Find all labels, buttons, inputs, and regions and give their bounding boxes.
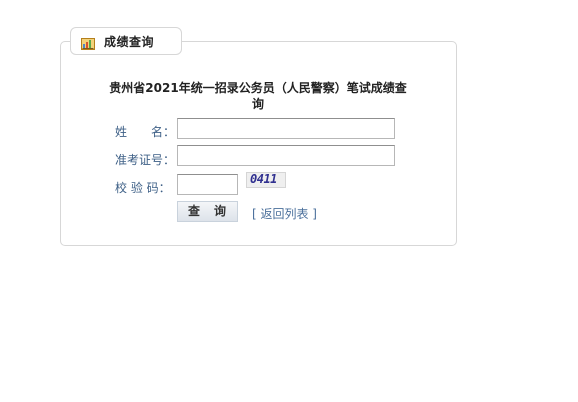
captcha-code: 0411	[250, 172, 277, 186]
name-input[interactable]	[177, 118, 395, 139]
captcha-image[interactable]: 0411	[246, 172, 286, 188]
captcha-label: 校 验 码：	[115, 181, 171, 195]
score-query-tab: 成绩查询	[70, 27, 182, 55]
tab-title: 成绩查询	[104, 34, 155, 49]
query-button[interactable]: 查 询	[177, 201, 238, 222]
exam-id-label: 准考证号：	[115, 153, 176, 167]
back-to-list-link[interactable]: [ 返回列表 ]	[252, 205, 317, 222]
exam-id-input[interactable]	[177, 145, 395, 166]
captcha-input[interactable]	[177, 174, 238, 195]
name-label: 姓 名：	[115, 125, 176, 139]
form-title: 贵州省2021年统一招录公务员（人民警察）笔试成绩查询	[109, 81, 407, 111]
report-chart-icon	[81, 35, 95, 50]
